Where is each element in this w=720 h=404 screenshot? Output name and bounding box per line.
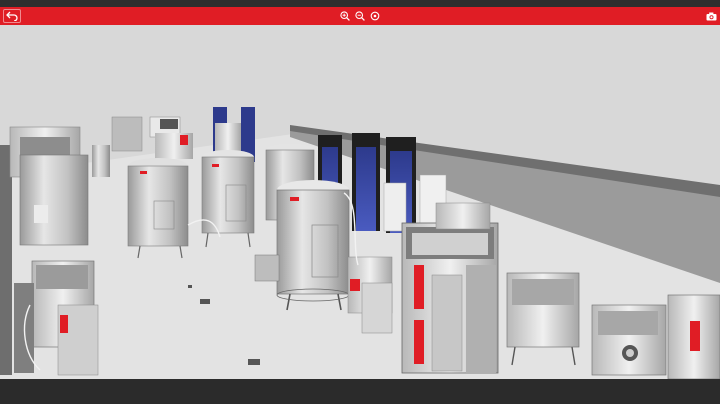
camera-icon (706, 12, 716, 20)
facility-3d-render (0, 25, 720, 379)
zoom-out-icon (355, 11, 365, 21)
window-top-strip (0, 0, 720, 7)
back-button[interactable] (3, 9, 21, 23)
zoom-in-icon (340, 11, 350, 21)
zoom-in-button[interactable] (339, 7, 351, 25)
reset-view-icon (370, 11, 380, 21)
zoom-out-button[interactable] (354, 7, 366, 25)
3d-scene-viewport[interactable] (0, 25, 720, 379)
back-arrow-icon (6, 11, 18, 21)
toolbar (0, 7, 720, 25)
reset-view-button[interactable] (369, 7, 381, 25)
window-bottom-strip (0, 379, 720, 404)
screenshot-button[interactable] (704, 7, 718, 25)
